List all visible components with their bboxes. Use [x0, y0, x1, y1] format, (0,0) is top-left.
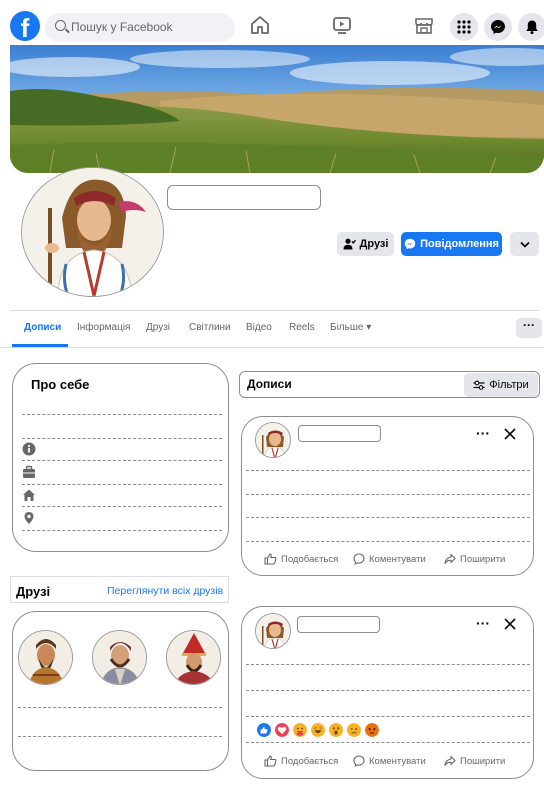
haha-reaction-icon[interactable]: [311, 723, 325, 737]
comment-label: Коментувати: [369, 755, 426, 767]
post-author-name-field: [298, 425, 381, 442]
tabs-divider: [0, 347, 544, 348]
share-icon: [444, 755, 456, 767]
wow-reaction-icon[interactable]: [329, 723, 343, 737]
like-icon: [264, 755, 277, 767]
like-button[interactable]: Подобається: [264, 553, 338, 565]
post-more-icon[interactable]: ···: [476, 615, 490, 631]
care-reaction-icon[interactable]: [293, 723, 307, 737]
tab-about[interactable]: Інформація: [77, 322, 130, 333]
post-divider: [246, 517, 530, 518]
post-author-avatar[interactable]: [255, 422, 291, 458]
tab-friends[interactable]: Друзі: [146, 322, 170, 333]
search-icon: [55, 20, 66, 31]
like-label: Подобається: [281, 755, 339, 767]
friend-check-icon: [343, 238, 356, 250]
tab-reels[interactable]: Reels: [289, 322, 315, 333]
info-icon: [22, 442, 36, 456]
tab-posts[interactable]: Дописи: [24, 322, 61, 333]
post-divider: [246, 664, 530, 665]
filters-label: Фільтри: [489, 379, 529, 391]
profile-avatar[interactable]: [21, 167, 164, 297]
like-label: Подобається: [281, 553, 339, 565]
facebook-logo[interactable]: f: [10, 11, 40, 41]
post-divider: [246, 742, 530, 743]
share-button[interactable]: Поширити: [444, 553, 505, 565]
post-divider: [246, 690, 530, 691]
menu-grid-icon[interactable]: [450, 13, 478, 41]
post-divider: [246, 716, 530, 717]
profile-name-field: [167, 185, 321, 210]
location-icon: [24, 512, 34, 524]
comment-icon: [353, 755, 365, 767]
post-divider: [246, 494, 530, 495]
post-more-icon[interactable]: ···: [476, 425, 490, 441]
like-icon: [264, 553, 277, 565]
share-label: Поширити: [460, 755, 506, 767]
friends-title: Друзі: [16, 584, 51, 599]
comment-button[interactable]: Коментувати: [353, 553, 426, 565]
home-icon[interactable]: [249, 15, 271, 35]
tab-photos[interactable]: Світлини: [189, 322, 231, 333]
comment-button[interactable]: Коментувати: [353, 755, 426, 767]
tab-more[interactable]: Більше ▾: [330, 322, 371, 333]
watch-icon[interactable]: [331, 15, 353, 35]
friend-avatar[interactable]: [18, 630, 73, 685]
friend-avatar[interactable]: [92, 630, 147, 685]
notifications-icon[interactable]: [518, 13, 544, 41]
about-divider: [22, 530, 222, 531]
tabs-more-button[interactable]: ···: [516, 318, 542, 338]
sad-reaction-icon[interactable]: [347, 723, 361, 737]
about-divider: [22, 414, 222, 415]
friends-button-label: Друзі: [359, 238, 389, 250]
messenger-icon[interactable]: [484, 13, 512, 41]
post-divider: [246, 541, 530, 542]
messenger-icon: [404, 238, 416, 250]
share-button[interactable]: Поширити: [444, 755, 505, 767]
like-reaction-icon[interactable]: [257, 723, 271, 737]
work-icon: [23, 465, 35, 478]
message-button[interactable]: Повідомлення: [401, 232, 502, 256]
tab-videos[interactable]: Відео: [246, 322, 272, 333]
friends-divider: [18, 707, 222, 708]
home-icon: [23, 489, 35, 501]
friend-avatar[interactable]: [166, 630, 221, 685]
close-icon[interactable]: [503, 617, 517, 631]
post-author-avatar[interactable]: [255, 613, 291, 649]
post-divider: [246, 470, 530, 471]
friends-divider: [18, 736, 222, 737]
marketplace-icon[interactable]: [413, 15, 435, 35]
like-button[interactable]: Подобається: [264, 755, 338, 767]
posts-title: Дописи: [247, 377, 292, 391]
top-navigation-bar: f Пошук у Facebook: [0, 0, 544, 50]
search-input[interactable]: Пошук у Facebook: [45, 13, 235, 42]
filters-button[interactable]: Фільтри: [464, 373, 538, 397]
about-title: Про себе: [31, 377, 90, 392]
post-author-name-field: [297, 616, 380, 633]
cover-photo[interactable]: [10, 45, 544, 173]
filter-sliders-icon: [473, 380, 485, 390]
share-icon: [444, 553, 456, 565]
message-button-label: Повідомлення: [420, 238, 499, 250]
love-reaction-icon[interactable]: [275, 723, 289, 737]
chevron-down-icon: [519, 241, 530, 248]
about-divider: [22, 438, 222, 439]
about-divider: [22, 484, 222, 485]
share-label: Поширити: [460, 553, 506, 565]
close-icon[interactable]: [503, 427, 517, 441]
search-placeholder: Пошук у Facebook: [71, 20, 173, 34]
comment-label: Коментувати: [369, 553, 426, 565]
about-divider: [22, 506, 222, 507]
profile-more-button[interactable]: [510, 232, 539, 256]
see-all-friends-link[interactable]: Переглянути всіх друзів: [107, 585, 223, 597]
angry-reaction-icon[interactable]: [365, 723, 379, 737]
profile-divider: [10, 310, 540, 311]
comment-icon: [353, 553, 365, 565]
friends-button[interactable]: Друзі: [337, 232, 394, 256]
about-divider: [22, 460, 222, 461]
